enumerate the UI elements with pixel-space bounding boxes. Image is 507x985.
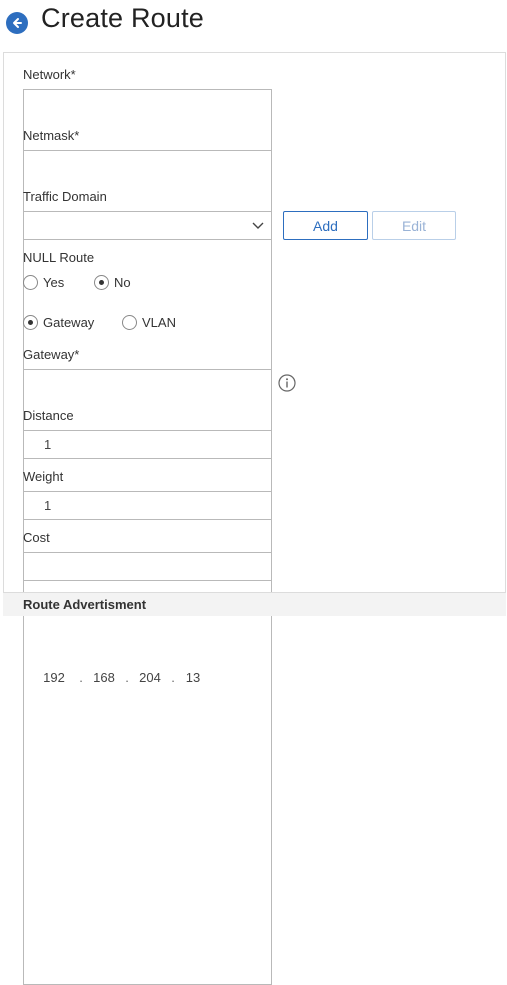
distance-input[interactable]: 1 xyxy=(23,430,272,459)
radio-circle-selected[interactable] xyxy=(23,315,38,330)
weight-input[interactable]: 1 xyxy=(23,491,272,520)
page-header: Create Route xyxy=(0,0,507,52)
radio-circle[interactable] xyxy=(23,275,38,290)
gateway-octet-2[interactable]: 168 xyxy=(88,670,120,685)
info-icon[interactable] xyxy=(278,374,296,392)
gateway-ip-input[interactable]: 192 . 168 . 204 . 13 xyxy=(23,369,272,985)
null-route-label: NULL Route xyxy=(23,250,95,265)
radio-label: VLAN xyxy=(142,315,176,330)
route-advertisement-section[interactable]: Route Advertisment xyxy=(3,592,506,616)
gateway-label: Gateway* xyxy=(23,347,80,362)
page-title: Create Route xyxy=(41,3,204,33)
radio-label: No xyxy=(114,275,131,290)
gateway-radio[interactable]: Gateway xyxy=(23,315,94,330)
radio-circle[interactable] xyxy=(122,315,137,330)
distance-value: 1 xyxy=(44,437,52,452)
radio-label: Yes xyxy=(43,275,65,290)
network-label: Network* xyxy=(23,67,76,82)
edit-traffic-domain-button[interactable]: Edit xyxy=(372,211,456,240)
netmask-label: Netmask* xyxy=(23,128,80,143)
radio-label: Gateway xyxy=(43,315,95,330)
null-route-no-radio[interactable]: No xyxy=(94,275,131,290)
null-route-yes-radio[interactable]: Yes xyxy=(23,275,64,290)
cost-input[interactable] xyxy=(23,552,272,581)
add-traffic-domain-button[interactable]: Add xyxy=(283,211,368,240)
chevron-down-icon xyxy=(252,222,264,229)
ip-separator: . xyxy=(125,669,129,685)
ip-separator: . xyxy=(79,669,83,685)
ip-separator: . xyxy=(171,669,175,685)
gateway-octet-4[interactable]: 13 xyxy=(180,670,206,685)
gateway-octet-1[interactable]: 192 xyxy=(34,670,74,685)
gateway-octet-3[interactable]: 204 xyxy=(134,670,166,685)
radio-circle-selected[interactable] xyxy=(94,275,109,290)
cost-label: Cost xyxy=(23,530,50,545)
weight-label: Weight xyxy=(23,469,64,484)
distance-label: Distance xyxy=(23,408,74,423)
traffic-domain-select[interactable] xyxy=(23,211,272,240)
vlan-radio[interactable]: VLAN xyxy=(122,315,176,330)
route-advertisement-label: Route Advertisment xyxy=(23,597,147,612)
weight-value: 1 xyxy=(44,498,52,513)
back-arrow-icon[interactable] xyxy=(6,12,28,34)
traffic-domain-label: Traffic Domain xyxy=(23,189,107,204)
